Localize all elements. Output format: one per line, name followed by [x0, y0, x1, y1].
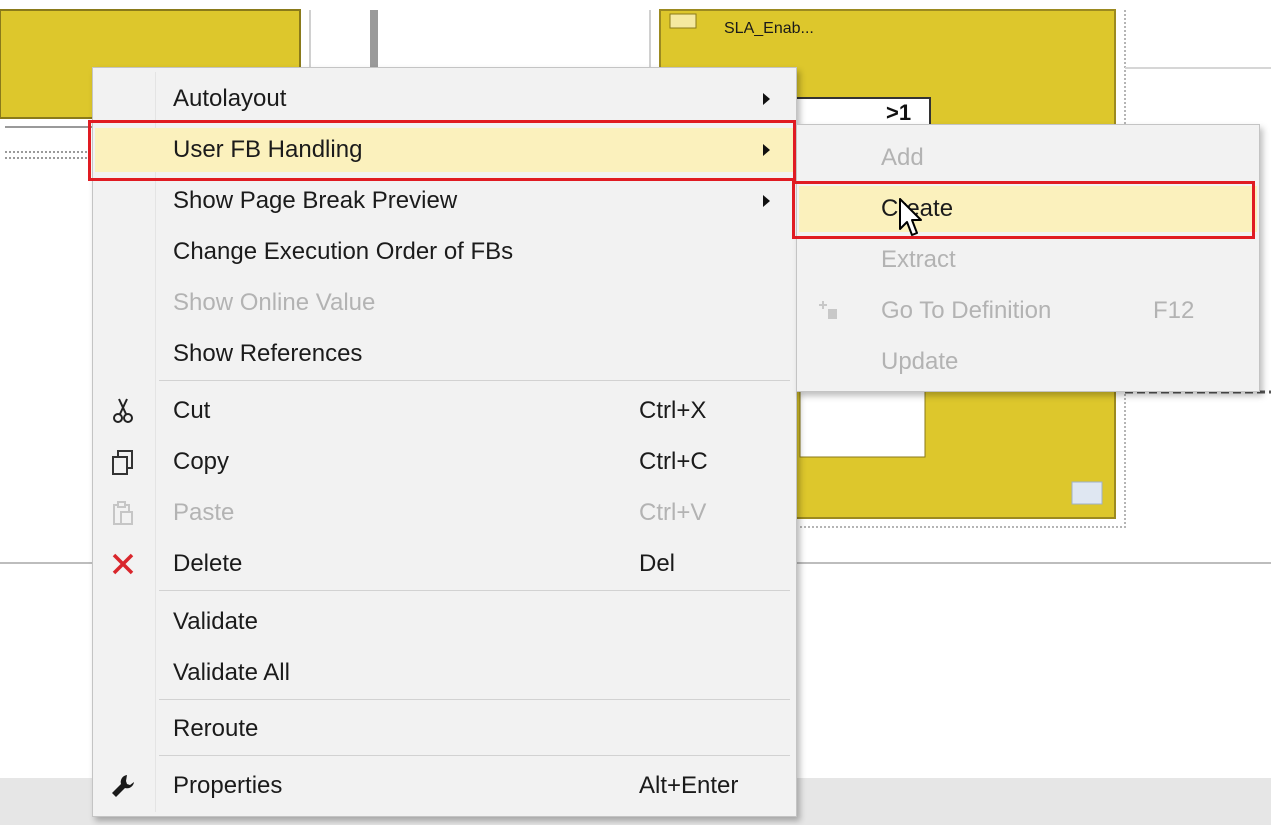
menu-item-show-online-value: Show Online Value: [95, 281, 794, 325]
menu-item-label: Reroute: [173, 715, 259, 742]
menu-separator: [159, 699, 790, 700]
submenu-item-label: Extract: [881, 246, 956, 273]
submenu-item-update: Update: [799, 339, 1257, 385]
go-to-definition-icon: [819, 301, 837, 319]
menu-item-label: Validate All: [173, 659, 290, 686]
context-menu: Autolayout User FB Handling Show Page Br…: [92, 67, 797, 817]
menu-item-copy[interactable]: Copy Ctrl+C: [95, 440, 794, 484]
menu-item-reroute[interactable]: Reroute: [95, 707, 794, 751]
or-gate-symbol: >1: [886, 100, 912, 125]
submenu-item-go-to-definition: Go To Definition F12: [799, 288, 1257, 334]
menu-item-label: Autolayout: [173, 85, 287, 112]
menu-item-shortcut: Del: [639, 550, 676, 577]
menu-separator: [159, 755, 790, 756]
submenu-item-label: Go To Definition: [881, 297, 1052, 324]
menu-item-label: Copy: [173, 448, 230, 475]
menu-item-autolayout[interactable]: Autolayout: [95, 77, 794, 121]
submenu-arrow-icon: [763, 144, 770, 156]
block-label: SLA_Enab...: [724, 20, 814, 37]
paste-icon: [113, 501, 133, 525]
menu-item-label: User FB Handling: [173, 136, 363, 163]
menu-item-label: Validate: [173, 608, 258, 635]
submenu-item-shortcut: F12: [1153, 297, 1195, 324]
menu-item-validate-all[interactable]: Validate All: [95, 651, 794, 695]
menu-item-label: Paste: [173, 499, 235, 526]
submenu-arrow-icon: [763, 93, 770, 105]
submenu-item-label: Add: [881, 144, 924, 171]
menu-item-label: Cut: [173, 397, 211, 424]
menu-item-label: Show Online Value: [173, 289, 376, 316]
mouse-cursor-icon: [899, 198, 922, 236]
menu-item-show-page-break-preview[interactable]: Show Page Break Preview: [95, 179, 794, 223]
submenu-item-extract: Extract: [799, 237, 1257, 283]
user-fb-handling-submenu: Add Create Extract Go To Definition F12 …: [796, 124, 1260, 392]
menu-item-properties[interactable]: Properties Alt+Enter: [95, 764, 794, 808]
menu-item-change-execution-order[interactable]: Change Execution Order of FBs: [95, 230, 794, 274]
menu-item-label: Show Page Break Preview: [173, 187, 458, 214]
menu-item-show-references[interactable]: Show References: [95, 332, 794, 376]
menu-item-paste: Paste Ctrl+V: [95, 491, 794, 535]
menu-separator: [159, 380, 790, 381]
menu-item-validate[interactable]: Validate: [95, 600, 794, 644]
submenu-item-add: Add: [799, 135, 1257, 181]
submenu-arrow-icon: [763, 195, 770, 207]
menu-item-label: Properties: [173, 772, 283, 799]
copy-icon: [112, 450, 133, 475]
menu-item-label: Show References: [173, 340, 363, 367]
menu-item-shortcut: Ctrl+V: [639, 499, 707, 526]
menu-item-shortcut: Ctrl+X: [639, 397, 707, 424]
submenu-item-label: Update: [881, 348, 959, 375]
menu-item-user-fb-handling[interactable]: User FB Handling: [95, 128, 794, 172]
menu-item-label: Change Execution Order of FBs: [173, 238, 514, 265]
menu-item-shortcut: Alt+Enter: [639, 772, 739, 799]
wrench-icon: [112, 775, 134, 797]
submenu-item-create[interactable]: Create: [799, 186, 1257, 232]
menu-item-shortcut: Ctrl+C: [639, 448, 708, 475]
delete-x-icon: [112, 553, 134, 575]
menu-item-label: Delete: [173, 550, 243, 577]
menu-item-delete[interactable]: Delete Del: [95, 542, 794, 586]
menu-separator: [159, 590, 790, 591]
scissors-icon: [113, 398, 133, 423]
menu-item-cut[interactable]: Cut Ctrl+X: [95, 389, 794, 433]
